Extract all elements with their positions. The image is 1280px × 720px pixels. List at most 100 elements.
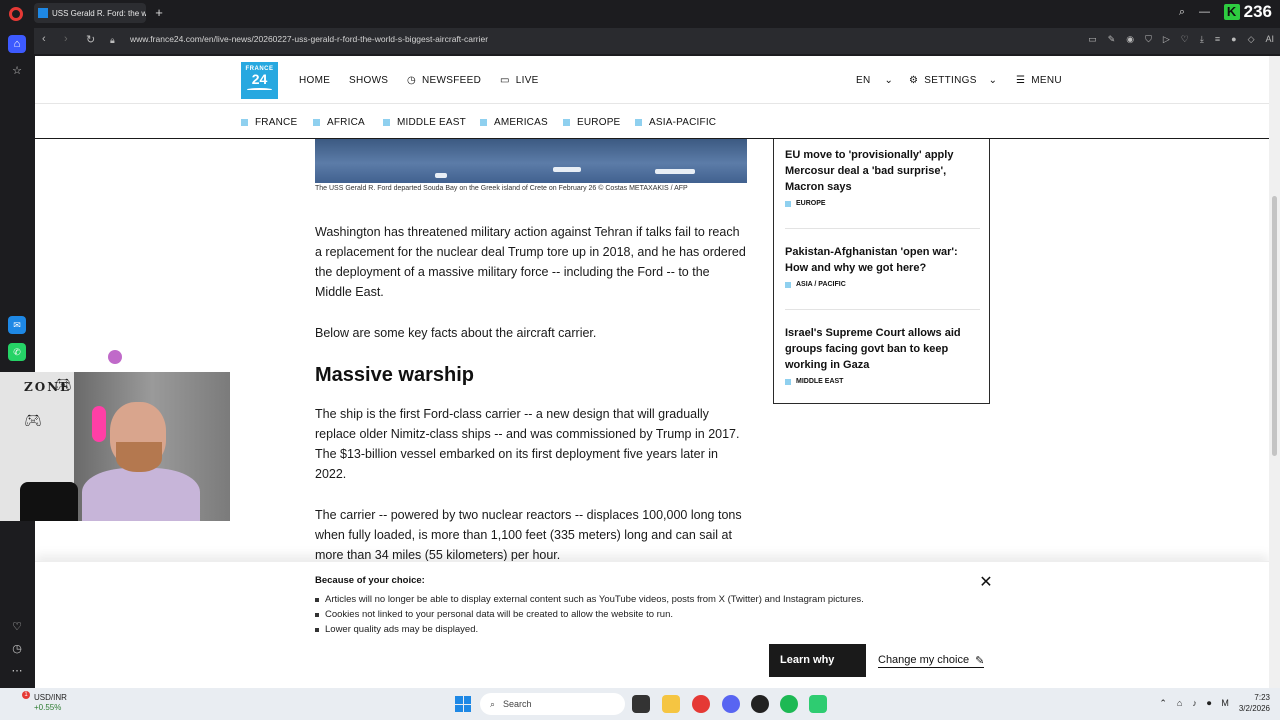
file-explorer-icon[interactable] [662,695,680,713]
ai-button[interactable]: AI [1265,34,1274,45]
more-icon[interactable]: ⋯ [8,662,26,680]
reload-icon[interactable]: ↻ [86,33,95,46]
bullet [315,597,319,602]
close-icon[interactable]: ✕ [978,572,994,592]
edit-icon[interactable]: ✎ [1108,34,1116,45]
news-card[interactable]: Israel's Supreme Court allows aid groups… [785,325,980,385]
news-card-title[interactable]: EU move to 'provisionally' apply Mercosu… [785,147,980,195]
article-paragraph: The carrier -- powered by two nuclear re… [315,508,742,562]
task-view-icon[interactable] [632,695,650,713]
opera-icon[interactable] [692,695,710,713]
back-icon[interactable]: ‹ [42,33,46,45]
browser-sidebar: ⌂ ☆ ✉ ✆ ♡ ◷ ⋯ [0,28,34,690]
news-card[interactable]: EU move to 'provisionally' apply Mercosu… [785,147,980,207]
region-label: AFRICA [327,117,365,128]
france24-favicon-icon [38,8,48,18]
webcam-overlay: ZONE 🎮︎ 🎮︎ [0,372,230,521]
region-europe[interactable]: EUROPE [563,117,620,128]
region-square [241,119,248,126]
heart-sidebar-icon[interactable]: ♡ [8,618,26,636]
camera-icon[interactable]: ◉ [1126,34,1134,45]
hamburger-icon: ☰ [1016,75,1026,86]
tag-square [785,200,791,207]
extension-toolbar: ▭ ✎ ◉ ⛉ ▷ ♡ ⤓ ≡ ● ◇ AI [1088,34,1274,45]
clock-icon: ◷ [407,75,417,86]
region-africa[interactable]: AFRICA [313,117,365,128]
windows-taskbar: 1 USD/INR +0.55% ⌕ Search ⌃ ⌂ ♪ ⏺ M 7:23 … [0,688,1280,720]
heart-icon[interactable]: ♡ [1181,34,1189,45]
spotify-icon[interactable] [780,695,798,713]
france24-logo[interactable]: FRANCE 24 [241,62,278,99]
scrollbar-thumb[interactable] [1272,196,1277,456]
download-icon[interactable]: ⤓ [1200,34,1204,45]
url-field[interactable]: www.france24.com/en/live-news/20260227-u… [130,34,488,44]
consent-item-text: Lower quality ads may be displayed. [325,624,479,635]
minimize-icon[interactable]: — [1199,6,1210,19]
region-middle-east[interactable]: MIDDLE EAST [383,117,466,128]
menu-icon[interactable]: ≡ [1215,34,1220,45]
discord-icon[interactable] [722,695,740,713]
article-photo [315,139,747,183]
stock-ticker-widget[interactable]: 1 USD/INR +0.55% [10,691,67,713]
shield-icon[interactable]: ⛉ [1145,34,1152,45]
lock-icon: 🔒︎ [110,35,115,45]
region-americas[interactable]: AMERICAS [480,117,548,128]
volume-icon[interactable]: ♪ [1192,698,1197,708]
settings-button[interactable]: ⚙ SETTINGS ⌄ [909,75,997,86]
change-choice-link[interactable]: Change my choice ✎ [878,654,985,668]
obs-icon[interactable] [751,695,769,713]
new-tab-button[interactable]: + [152,6,166,20]
taskbar-search[interactable]: ⌕ Search [480,693,625,715]
whatsapp-icon[interactable]: ✆ [8,343,26,361]
reader-icon[interactable]: ▭ [1088,34,1097,45]
news-card-title[interactable]: Pakistan-Afghanistan 'open war': How and… [785,244,980,276]
forward-icon[interactable]: › [64,33,68,45]
tab-title: USS Gerald R. Ford: the w [52,8,146,18]
news-card[interactable]: Pakistan-Afghanistan 'open war': How and… [785,244,980,288]
chevron-down-icon: ⌄ [988,75,998,86]
related-news-box: EU move to 'provisionally' apply Mercosu… [773,139,990,404]
network-icon[interactable]: ⌂ [1177,698,1182,708]
news-card-tag[interactable]: EUROPE [785,200,980,207]
learn-why-button[interactable]: Learn why [769,644,866,677]
nav-home[interactable]: HOME [299,75,330,86]
news-card-title[interactable]: Israel's Supreme Court allows aid groups… [785,325,980,373]
region-asia-pacific[interactable]: ASIA-PACIFIC [635,117,716,128]
windows-start-icon[interactable] [455,696,471,712]
menu-button[interactable]: ☰ MENU [1016,75,1062,86]
ticker-label: USD/INR [34,693,67,702]
history-icon[interactable]: ◷ [8,640,26,658]
nav-shows[interactable]: SHOWS [349,75,388,86]
tag-square [785,281,791,288]
messenger-icon[interactable]: ✉ [8,316,26,334]
clock-time: 7:23 [1254,693,1270,702]
window-controls: ⌕ — [1179,6,1210,19]
language-select[interactable]: EN ⌄ [856,75,893,86]
home-icon[interactable]: ⌂ [8,35,26,53]
cube-icon[interactable]: ◇ [1248,34,1255,45]
consent-item: Lower quality ads may be displayed. [315,622,864,637]
clock[interactable]: 7:23 3/2/2026 [1239,692,1270,714]
region-square [563,119,570,126]
consent-item-text: Cookies not linked to your personal data… [325,609,674,620]
star-icon[interactable]: ☆ [8,62,26,80]
news-card-tag[interactable]: MIDDLE EAST [785,378,980,385]
chevron-up-icon[interactable]: ⌃ [1159,698,1167,709]
news-card-tag[interactable]: ASIA / PACIFIC [785,281,980,288]
browser-tab-active[interactable]: USS Gerald R. Ford: the w × [34,3,146,23]
opera-logo-icon[interactable] [9,7,23,21]
mic-icon[interactable]: ⏺ [1207,698,1212,709]
app-icon[interactable] [809,695,827,713]
nav-live-label: LIVE [515,75,539,86]
nav-live[interactable]: ▭ LIVE [500,75,539,86]
settings-label: SETTINGS [924,75,977,86]
consent-item: Cookies not linked to your personal data… [315,607,864,622]
region-france[interactable]: FRANCE [241,117,297,128]
page-scrollbar[interactable] [1269,56,1280,688]
play-icon[interactable]: ▷ [1163,34,1170,45]
search-tabs-icon[interactable]: ⌕ [1179,6,1185,19]
nav-shows-label: SHOWS [349,75,389,86]
tray-letter[interactable]: M [1221,698,1229,708]
nav-newsfeed[interactable]: ◷ NEWSFEED [407,75,481,86]
profile-icon[interactable]: ● [1231,34,1236,45]
